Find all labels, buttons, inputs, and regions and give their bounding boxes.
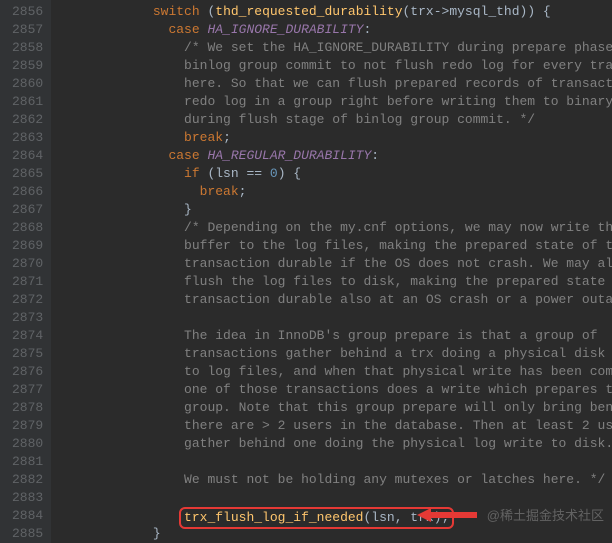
code-line[interactable] — [59, 309, 612, 327]
line-number: 2867 — [12, 201, 43, 219]
code-line[interactable]: The idea in InnoDB's group prepare is th… — [59, 327, 612, 345]
line-number: 2880 — [12, 435, 43, 453]
code-line[interactable]: redo log in a group right before writing… — [59, 93, 612, 111]
code-line[interactable]: group. Note that this group prepare will… — [59, 399, 612, 417]
line-number: 2862 — [12, 111, 43, 129]
line-number: 2865 — [12, 165, 43, 183]
line-number: 2882 — [12, 471, 43, 489]
code-line[interactable]: during flush stage of binlog group commi… — [59, 111, 612, 129]
code-line[interactable]: transaction durable also at an OS crash … — [59, 291, 612, 309]
code-line[interactable]: transaction durable if the OS does not c… — [59, 255, 612, 273]
code-line[interactable]: /* Depending on the my.cnf options, we m… — [59, 219, 612, 237]
line-number: 2859 — [12, 57, 43, 75]
line-number: 2856 — [12, 3, 43, 21]
line-number-gutter: 2856285728582859286028612862286328642865… — [0, 0, 51, 543]
line-number: 2884 — [12, 507, 43, 525]
line-number: 2860 — [12, 75, 43, 93]
line-number: 2875 — [12, 345, 43, 363]
line-number: 2861 — [12, 93, 43, 111]
code-line[interactable]: here. So that we can flush prepared reco… — [59, 75, 612, 93]
line-number: 2864 — [12, 147, 43, 165]
line-number: 2858 — [12, 39, 43, 57]
line-number: 2872 — [12, 291, 43, 309]
line-number: 2869 — [12, 237, 43, 255]
code-line[interactable]: case HA_IGNORE_DURABILITY: — [59, 21, 612, 39]
code-line[interactable]: if (lsn == 0) { — [59, 165, 612, 183]
code-line[interactable]: break; — [59, 183, 612, 201]
code-line[interactable]: switch (thd_requested_durability(trx->my… — [59, 3, 612, 21]
watermark: @稀土掘金技术社区 — [487, 507, 604, 525]
line-number: 2871 — [12, 273, 43, 291]
line-number: 2883 — [12, 489, 43, 507]
code-line[interactable]: one of those transactions does a write w… — [59, 381, 612, 399]
code-line[interactable]: We must not be holding any mutexes or la… — [59, 471, 612, 489]
highlighted-call: trx_flush_log_if_needed(lsn, trx); — [179, 507, 454, 529]
code-line[interactable]: } — [59, 201, 612, 219]
code-line[interactable] — [59, 489, 612, 507]
line-number: 2881 — [12, 453, 43, 471]
code-line[interactable]: /* We set the HA_IGNORE_DURABILITY durin… — [59, 39, 612, 57]
line-number: 2857 — [12, 21, 43, 39]
code-line[interactable]: flush the log files to disk, making the … — [59, 273, 612, 291]
line-number: 2874 — [12, 327, 43, 345]
code-line[interactable] — [59, 453, 612, 471]
code-line[interactable]: buffer to the log files, making the prep… — [59, 237, 612, 255]
code-line[interactable]: gather behind one doing the physical log… — [59, 435, 612, 453]
line-number: 2863 — [12, 129, 43, 147]
code-line[interactable]: case HA_REGULAR_DURABILITY: — [59, 147, 612, 165]
line-number: 2870 — [12, 255, 43, 273]
line-number: 2868 — [12, 219, 43, 237]
code-editor[interactable]: 2856285728582859286028612862286328642865… — [0, 0, 612, 543]
line-number: 2885 — [12, 525, 43, 543]
code-line[interactable]: to log files, and when that physical wri… — [59, 363, 612, 381]
annotation-arrow — [417, 506, 477, 524]
code-line[interactable]: binlog group commit to not flush redo lo… — [59, 57, 612, 75]
line-number: 2876 — [12, 363, 43, 381]
code-line[interactable]: transactions gather behind a trx doing a… — [59, 345, 612, 363]
line-number: 2877 — [12, 381, 43, 399]
code-line[interactable]: break; — [59, 129, 612, 147]
line-number: 2879 — [12, 417, 43, 435]
line-number: 2866 — [12, 183, 43, 201]
code-line[interactable]: there are > 2 users in the database. The… — [59, 417, 612, 435]
line-number: 2873 — [12, 309, 43, 327]
line-number: 2878 — [12, 399, 43, 417]
code-area[interactable]: switch (thd_requested_durability(trx->my… — [51, 0, 612, 543]
